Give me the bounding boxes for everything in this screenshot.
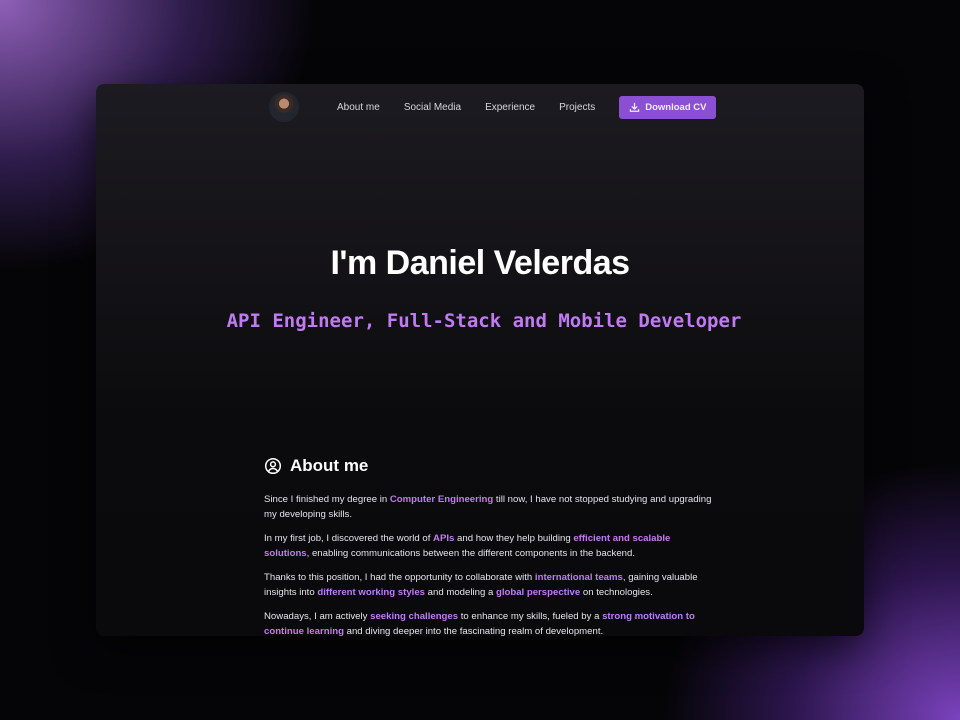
hero-title: I'm Daniel Velerdas (330, 244, 630, 282)
text: Thanks to this position, I had the oppor… (264, 572, 535, 583)
text: In my first job, I discovered the world … (264, 533, 434, 544)
download-cv-label: Download CV (645, 101, 707, 113)
download-cv-button[interactable]: Download CV (619, 95, 717, 119)
highlight: seeking challenges (370, 611, 459, 622)
user-circle-icon (264, 457, 282, 475)
text: Nowadays, I am actively (264, 611, 371, 622)
nav-link-about-me[interactable]: About me (337, 102, 380, 113)
about-section: About me Since I finished my degree in C… (264, 456, 716, 636)
browser-window: About me Social Media Experience Project… (96, 84, 864, 636)
highlight: APIs (433, 533, 455, 544)
nav-link-social-media[interactable]: Social Media (404, 102, 461, 113)
text: Since I finished my degree in (264, 494, 390, 505)
highlight: different working styles (317, 587, 426, 598)
about-heading: About me (264, 456, 716, 476)
about-paragraph-4: Nowadays, I am actively seeking challeng… (264, 609, 716, 636)
highlight: Computer Engineering (389, 494, 494, 505)
about-paragraph-1: Since I finished my degree in Computer E… (264, 492, 716, 522)
highlight: global perspective (495, 587, 581, 598)
text: and modeling a (425, 587, 496, 598)
nav-link-experience[interactable]: Experience (485, 102, 535, 113)
top-navigation: About me Social Media Experience Project… (270, 93, 717, 121)
about-heading-text: About me (290, 456, 369, 475)
hero-subtitle: API Engineer, Full-Stack and Mobile Deve… (226, 310, 742, 332)
text: to enhance my skills, fueled by a (458, 611, 603, 622)
nav-link-projects[interactable]: Projects (559, 102, 595, 113)
text: , enabling communications between the di… (306, 548, 635, 559)
highlight: international teams (534, 572, 623, 583)
download-icon (629, 102, 640, 112)
text: and diving deeper into the fascinating r… (343, 626, 604, 636)
about-paragraph-2: In my first job, I discovered the world … (264, 531, 716, 561)
avatar[interactable] (270, 93, 298, 121)
text: on technologies. (580, 587, 653, 598)
text: and how they help building (454, 533, 574, 544)
about-paragraph-3: Thanks to this position, I had the oppor… (264, 570, 716, 600)
